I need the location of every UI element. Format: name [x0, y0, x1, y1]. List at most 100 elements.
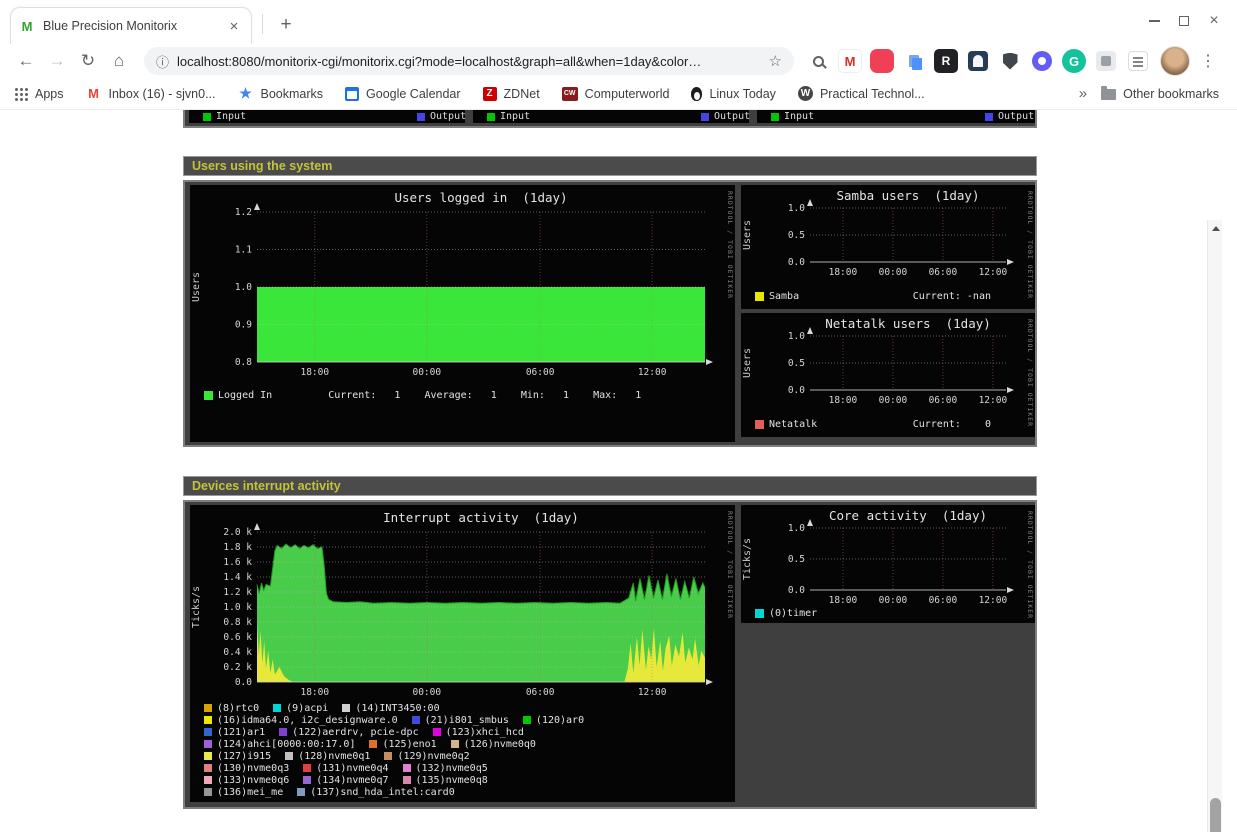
- graph-legend: Netatalk Current: 0: [755, 419, 1025, 430]
- svg-text:1.4 k: 1.4 k: [223, 572, 252, 583]
- folder-icon: [1101, 89, 1116, 100]
- legend-swatch: [403, 776, 411, 784]
- graph-legend: Logged InCurrent: 1 Average: 1 Min: 1 Ma…: [204, 390, 725, 401]
- legend-label: Logged In: [218, 390, 272, 401]
- svg-text:0.8 k: 0.8 k: [223, 617, 252, 628]
- shield-extension-icon[interactable]: [998, 49, 1022, 73]
- bookmark-bookmarks[interactable]: ★Bookmarks: [238, 85, 324, 102]
- bookmark-linux-today[interactable]: Linux Today: [691, 87, 776, 101]
- browser-menu-button[interactable]: ⋮: [1196, 49, 1220, 73]
- legend-swatch: [755, 420, 764, 429]
- bookmark-zdnet[interactable]: ZZDNet: [483, 87, 540, 101]
- graph-netatalk-users[interactable]: Netatalk users (1day)Users1.00.50.018:00…: [741, 313, 1035, 437]
- legend-label: Netatalk: [769, 419, 817, 430]
- refresh-button[interactable]: ↻: [74, 47, 102, 75]
- legend-swatch: [204, 752, 212, 760]
- svg-text:1.0 k: 1.0 k: [223, 602, 252, 613]
- legend-stats: Current: 0: [913, 419, 1025, 430]
- bookmark-apps[interactable]: Apps: [14, 87, 64, 101]
- other-bookmarks-button[interactable]: Other bookmarks: [1101, 87, 1219, 101]
- grammarly-extension-icon[interactable]: G: [1062, 49, 1086, 73]
- zdnet-icon: Z: [483, 87, 497, 101]
- rrdtool-watermark: RRDTOOL / TOBI OETIKER: [1026, 319, 1034, 427]
- legend-item: (127)i915: [204, 751, 271, 762]
- section-title: Devices interrupt activity: [192, 479, 341, 493]
- window-close-button[interactable]: ×: [1199, 8, 1229, 34]
- apps-grid-icon: [14, 87, 28, 101]
- legend-item: (128)nvme0q1: [285, 751, 370, 762]
- legend-swatch: [204, 764, 212, 772]
- reader-extension-icon[interactable]: R: [934, 49, 958, 73]
- new-tab-button[interactable]: +: [272, 11, 300, 39]
- bookmarks-overflow-button[interactable]: »: [1079, 85, 1087, 102]
- legend-swatch: [451, 740, 459, 748]
- window-minimize-button[interactable]: [1139, 8, 1169, 34]
- pocket-extension-icon[interactable]: [870, 49, 894, 73]
- svg-text:0.9: 0.9: [235, 320, 252, 331]
- bookmark-practical-tech[interactable]: WPractical Technol...: [798, 86, 925, 101]
- graph-users-logged-in[interactable]: Users logged in (1day)Users1.21.11.00.90…: [190, 185, 735, 442]
- scrollbar-thumb[interactable]: [1210, 798, 1221, 832]
- svg-text:1.0: 1.0: [788, 331, 805, 342]
- search-extension-icon[interactable]: [806, 49, 830, 73]
- home-button[interactable]: ⌂: [105, 47, 133, 75]
- svg-text:Users: Users: [191, 272, 202, 302]
- legend-item: (136)mei_me: [204, 787, 283, 798]
- legend-swatch: [755, 609, 764, 618]
- network-graph-stub-1[interactable]: Input Output: [189, 110, 465, 123]
- playlist-extension-icon[interactable]: [1126, 49, 1150, 73]
- extensions-puzzle-icon[interactable]: [1094, 49, 1118, 73]
- input-swatch: [771, 113, 779, 121]
- svg-text:06:00: 06:00: [526, 367, 555, 378]
- legend-swatch: [204, 740, 212, 748]
- output-swatch: [701, 113, 709, 121]
- legend-swatch: [273, 704, 281, 712]
- graph-legend: (0)timer: [755, 608, 1025, 619]
- svg-text:18:00: 18:00: [829, 267, 858, 278]
- copy-extension-icon[interactable]: [902, 49, 926, 73]
- bookmark-inbox[interactable]: MInbox (16) - sjvn0...: [86, 87, 216, 101]
- section-header-users: Users using the system: [183, 156, 1037, 176]
- svg-text:Core activity (1day): Core activity (1day): [829, 508, 987, 523]
- legend-swatch: [342, 704, 350, 712]
- profile-avatar[interactable]: [1160, 46, 1190, 76]
- legend-item: (14)INT3450:00: [342, 703, 439, 714]
- legend-swatch: [755, 292, 764, 301]
- svg-text:12:00: 12:00: [638, 687, 667, 698]
- graph-core-activity[interactable]: Core activity (1day)Ticks/s1.00.50.018:0…: [741, 505, 1035, 623]
- camera-extension-icon[interactable]: [1030, 49, 1054, 73]
- bookmark-star-icon[interactable]: ☆: [769, 52, 782, 70]
- graph-samba-users[interactable]: Samba users (1day)Users1.00.50.018:0000:…: [741, 185, 1035, 309]
- svg-text:1.0: 1.0: [788, 203, 805, 214]
- legend-item: (124)ahci[0000:00:17.0]: [204, 739, 355, 750]
- back-button[interactable]: ←: [12, 47, 40, 75]
- network-graph-stub-2[interactable]: Input Output: [473, 110, 749, 123]
- graph-legend: (8)rtc0(9)acpi(14)INT3450:00(16)idma64.0…: [204, 702, 598, 798]
- bookmark-computerworld[interactable]: CWComputerworld: [562, 87, 670, 101]
- address-bar[interactable]: ⓘ localhost:8080/monitorix-cgi/monitorix…: [144, 47, 794, 75]
- svg-text:1.1: 1.1: [235, 245, 252, 256]
- svg-text:0.5: 0.5: [788, 358, 805, 369]
- active-tab[interactable]: M Blue Precision Monitorix ×: [10, 7, 252, 44]
- legend-label: Samba: [769, 291, 799, 302]
- legend-swatch: [303, 764, 311, 772]
- ghostery-extension-icon[interactable]: [966, 49, 990, 73]
- svg-text:1.6 k: 1.6 k: [223, 557, 252, 568]
- window-maximize-button[interactable]: [1169, 8, 1199, 34]
- forward-button[interactable]: →: [43, 47, 71, 75]
- network-graph-stub-3[interactable]: Input Output: [757, 110, 1035, 123]
- legend-label: (0)timer: [769, 608, 817, 619]
- star-icon: ★: [238, 85, 254, 102]
- legend-swatch: [279, 728, 287, 736]
- vertical-scrollbar[interactable]: [1207, 220, 1222, 832]
- url-text[interactable]: localhost:8080/monitorix-cgi/monitorix.c…: [177, 54, 761, 69]
- bookmark-google-calendar[interactable]: Google Calendar: [345, 87, 461, 101]
- gmail-extension-icon[interactable]: M: [838, 49, 862, 73]
- rrdtool-watermark: RRDTOOL / TOBI OETIKER: [726, 511, 734, 619]
- page-info-icon[interactable]: ⓘ: [156, 52, 169, 71]
- close-icon: ×: [1209, 13, 1218, 29]
- graph-interrupt-activity[interactable]: Interrupt activity (1day)Ticks/s2.0 k1.8…: [190, 505, 735, 802]
- svg-text:1.8 k: 1.8 k: [223, 542, 252, 553]
- scroll-up-button[interactable]: [1208, 220, 1222, 236]
- tab-close-icon[interactable]: ×: [225, 17, 243, 35]
